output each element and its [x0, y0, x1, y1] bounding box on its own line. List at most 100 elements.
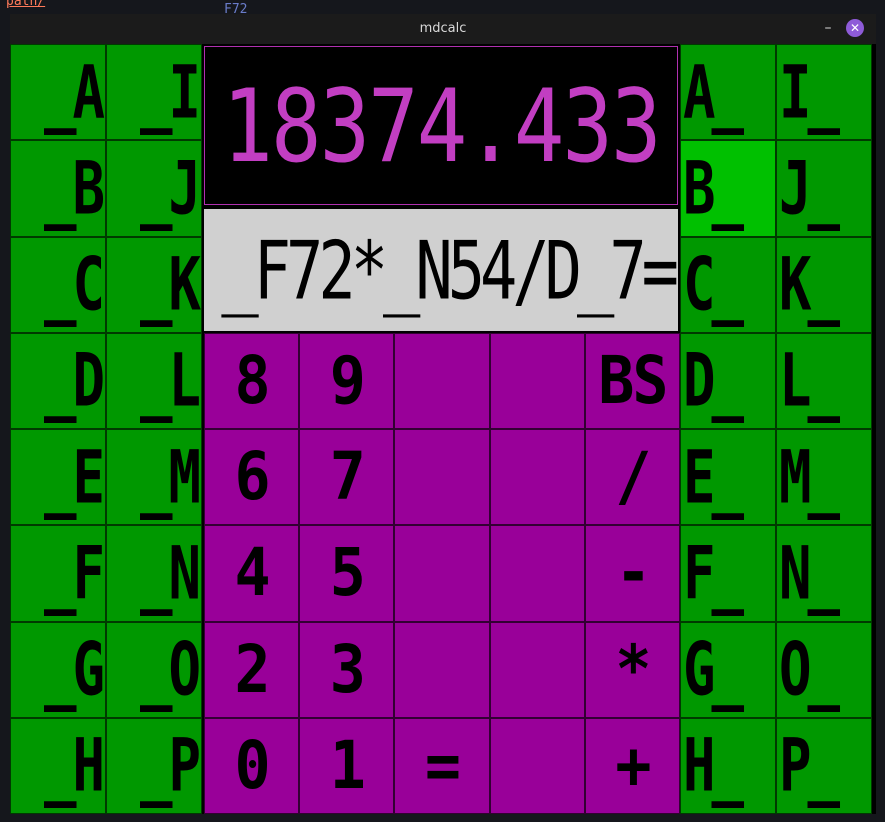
left-register-f-key[interactable]: _F: [10, 525, 106, 622]
divide-key[interactable]: /: [584, 429, 680, 526]
right-register-g-key[interactable]: G_: [680, 621, 776, 718]
left-register-d-key[interactable]: _D: [10, 332, 106, 429]
right-register-c-key[interactable]: C_: [680, 236, 776, 333]
left-register-g-key[interactable]: _G: [10, 621, 106, 718]
window-titlebar[interactable]: mdcalc – ✕: [10, 14, 876, 44]
digit-0-key[interactable]: 0: [204, 717, 300, 814]
right-register-i-key-label: I_: [779, 49, 840, 135]
digit-2-key-label: 2: [234, 631, 271, 709]
left-register-e-key-label: _E: [43, 434, 105, 520]
digit-0-key-label: 0: [234, 727, 271, 805]
left-register-a-key[interactable]: _A: [10, 44, 106, 141]
right-register-o-key[interactable]: O_: [776, 621, 872, 718]
left-register-e-key[interactable]: _E: [10, 429, 106, 526]
background-path-text: path/: [6, 0, 46, 9]
digit-9-key-label: 9: [329, 342, 366, 420]
right-register-n-key[interactable]: N_: [776, 525, 872, 622]
right-register-p-key-label: P_: [779, 723, 840, 809]
digit-4-key[interactable]: 4: [204, 525, 300, 622]
digit-9-key[interactable]: 9: [299, 333, 395, 430]
left-register-h-key-label: _H: [43, 723, 105, 809]
blank-key-r1c3[interactable]: [394, 333, 490, 430]
digit-8-key-label: 8: [234, 342, 271, 420]
left-register-i-key-label: _I: [139, 49, 201, 135]
digit-5-key[interactable]: 5: [299, 525, 395, 622]
left-register-l-key-label: _L: [139, 338, 201, 424]
close-icon[interactable]: ✕: [846, 19, 864, 37]
right-register-h-key-label: H_: [683, 723, 744, 809]
backspace-key-label: BS: [598, 342, 668, 420]
blank-key-r4c4[interactable]: [489, 621, 585, 718]
backspace-key[interactable]: BS: [584, 333, 680, 430]
blank-key-r2c4[interactable]: [489, 429, 585, 526]
left-register-n-key[interactable]: _N: [106, 525, 202, 622]
right-register-e-key[interactable]: E_: [680, 429, 776, 526]
digit-3-key[interactable]: 3: [299, 621, 395, 718]
left-register-j-key[interactable]: _J: [106, 140, 202, 237]
left-register-k-key-label: _K: [139, 242, 201, 328]
add-key[interactable]: +: [584, 717, 680, 814]
right-register-d-key[interactable]: D_: [680, 332, 776, 429]
right-register-b-key[interactable]: B_: [680, 140, 776, 237]
right-register-g-key-label: G_: [683, 627, 744, 713]
digit-4-key-label: 4: [234, 534, 271, 612]
expression-text: _F72*_N54/D_7=: [221, 222, 678, 318]
blank-key-r3c3[interactable]: [394, 525, 490, 622]
result-value: 18374.433: [222, 66, 661, 185]
equals-key[interactable]: =: [394, 717, 490, 814]
right-register-h-key[interactable]: H_: [680, 717, 776, 814]
add-key-label: +: [615, 727, 651, 805]
subtract-key-label: -: [615, 534, 651, 612]
left-register-m-key-label: _M: [139, 434, 201, 520]
digit-6-key[interactable]: 6: [204, 429, 300, 526]
right-register-f-key[interactable]: F_: [680, 525, 776, 622]
left-register-b-key-label: _B: [43, 145, 105, 231]
right-register-n-key-label: N_: [779, 530, 840, 616]
left-register-o-key[interactable]: _O: [106, 621, 202, 718]
digit-7-key[interactable]: 7: [299, 429, 395, 526]
right-register-a-key[interactable]: A_: [680, 44, 776, 141]
left-register-f-key-label: _F: [43, 530, 105, 616]
left-register-k-key[interactable]: _K: [106, 236, 202, 333]
left-register-i-key[interactable]: _I: [106, 44, 202, 141]
right-register-d-key-label: D_: [683, 338, 744, 424]
right-register-i-key[interactable]: I_: [776, 44, 872, 141]
equals-key-label: =: [424, 727, 461, 805]
right-register-o-key-label: O_: [779, 627, 840, 713]
minimize-icon[interactable]: –: [818, 18, 838, 38]
digit-1-key[interactable]: 1: [299, 717, 395, 814]
right-register-b-key-label: B_: [683, 145, 744, 231]
result-display: 18374.433: [204, 46, 678, 205]
blank-key-r2c3[interactable]: [394, 429, 490, 526]
left-register-j-key-label: _J: [139, 145, 201, 231]
digit-1-key-label: 1: [329, 727, 366, 805]
digit-2-key[interactable]: 2: [204, 621, 300, 718]
right-register-c-key-label: C_: [683, 242, 744, 328]
right-register-l-key[interactable]: L_: [776, 332, 872, 429]
blank-key-r4c3[interactable]: [394, 621, 490, 718]
right-register-e-key-label: E_: [683, 434, 744, 520]
digit-6-key-label: 6: [234, 438, 271, 516]
subtract-key[interactable]: -: [584, 525, 680, 622]
right-register-p-key[interactable]: P_: [776, 717, 872, 814]
right-register-k-key-label: K_: [779, 242, 840, 328]
right-register-f-key-label: F_: [683, 530, 744, 616]
blank-key-r1c4[interactable]: [489, 333, 585, 430]
left-register-l-key[interactable]: _L: [106, 332, 202, 429]
left-register-c-key[interactable]: _C: [10, 236, 106, 333]
left-register-h-key[interactable]: _H: [10, 717, 106, 814]
right-register-k-key[interactable]: K_: [776, 236, 872, 333]
left-register-p-key[interactable]: _P: [106, 717, 202, 814]
left-register-a-key-label: _A: [43, 49, 105, 135]
blank-key-r3c4[interactable]: [489, 525, 585, 622]
right-register-m-key-label: M_: [779, 434, 840, 520]
multiply-key[interactable]: *: [584, 621, 680, 718]
left-register-d-key-label: _D: [43, 338, 105, 424]
blank-key-r5c4[interactable]: [489, 717, 585, 814]
expression-display: _F72*_N54/D_7=: [204, 209, 678, 331]
right-register-j-key[interactable]: J_: [776, 140, 872, 237]
left-register-b-key[interactable]: _B: [10, 140, 106, 237]
left-register-m-key[interactable]: _M: [106, 429, 202, 526]
right-register-m-key[interactable]: M_: [776, 429, 872, 526]
digit-8-key[interactable]: 8: [204, 333, 300, 430]
